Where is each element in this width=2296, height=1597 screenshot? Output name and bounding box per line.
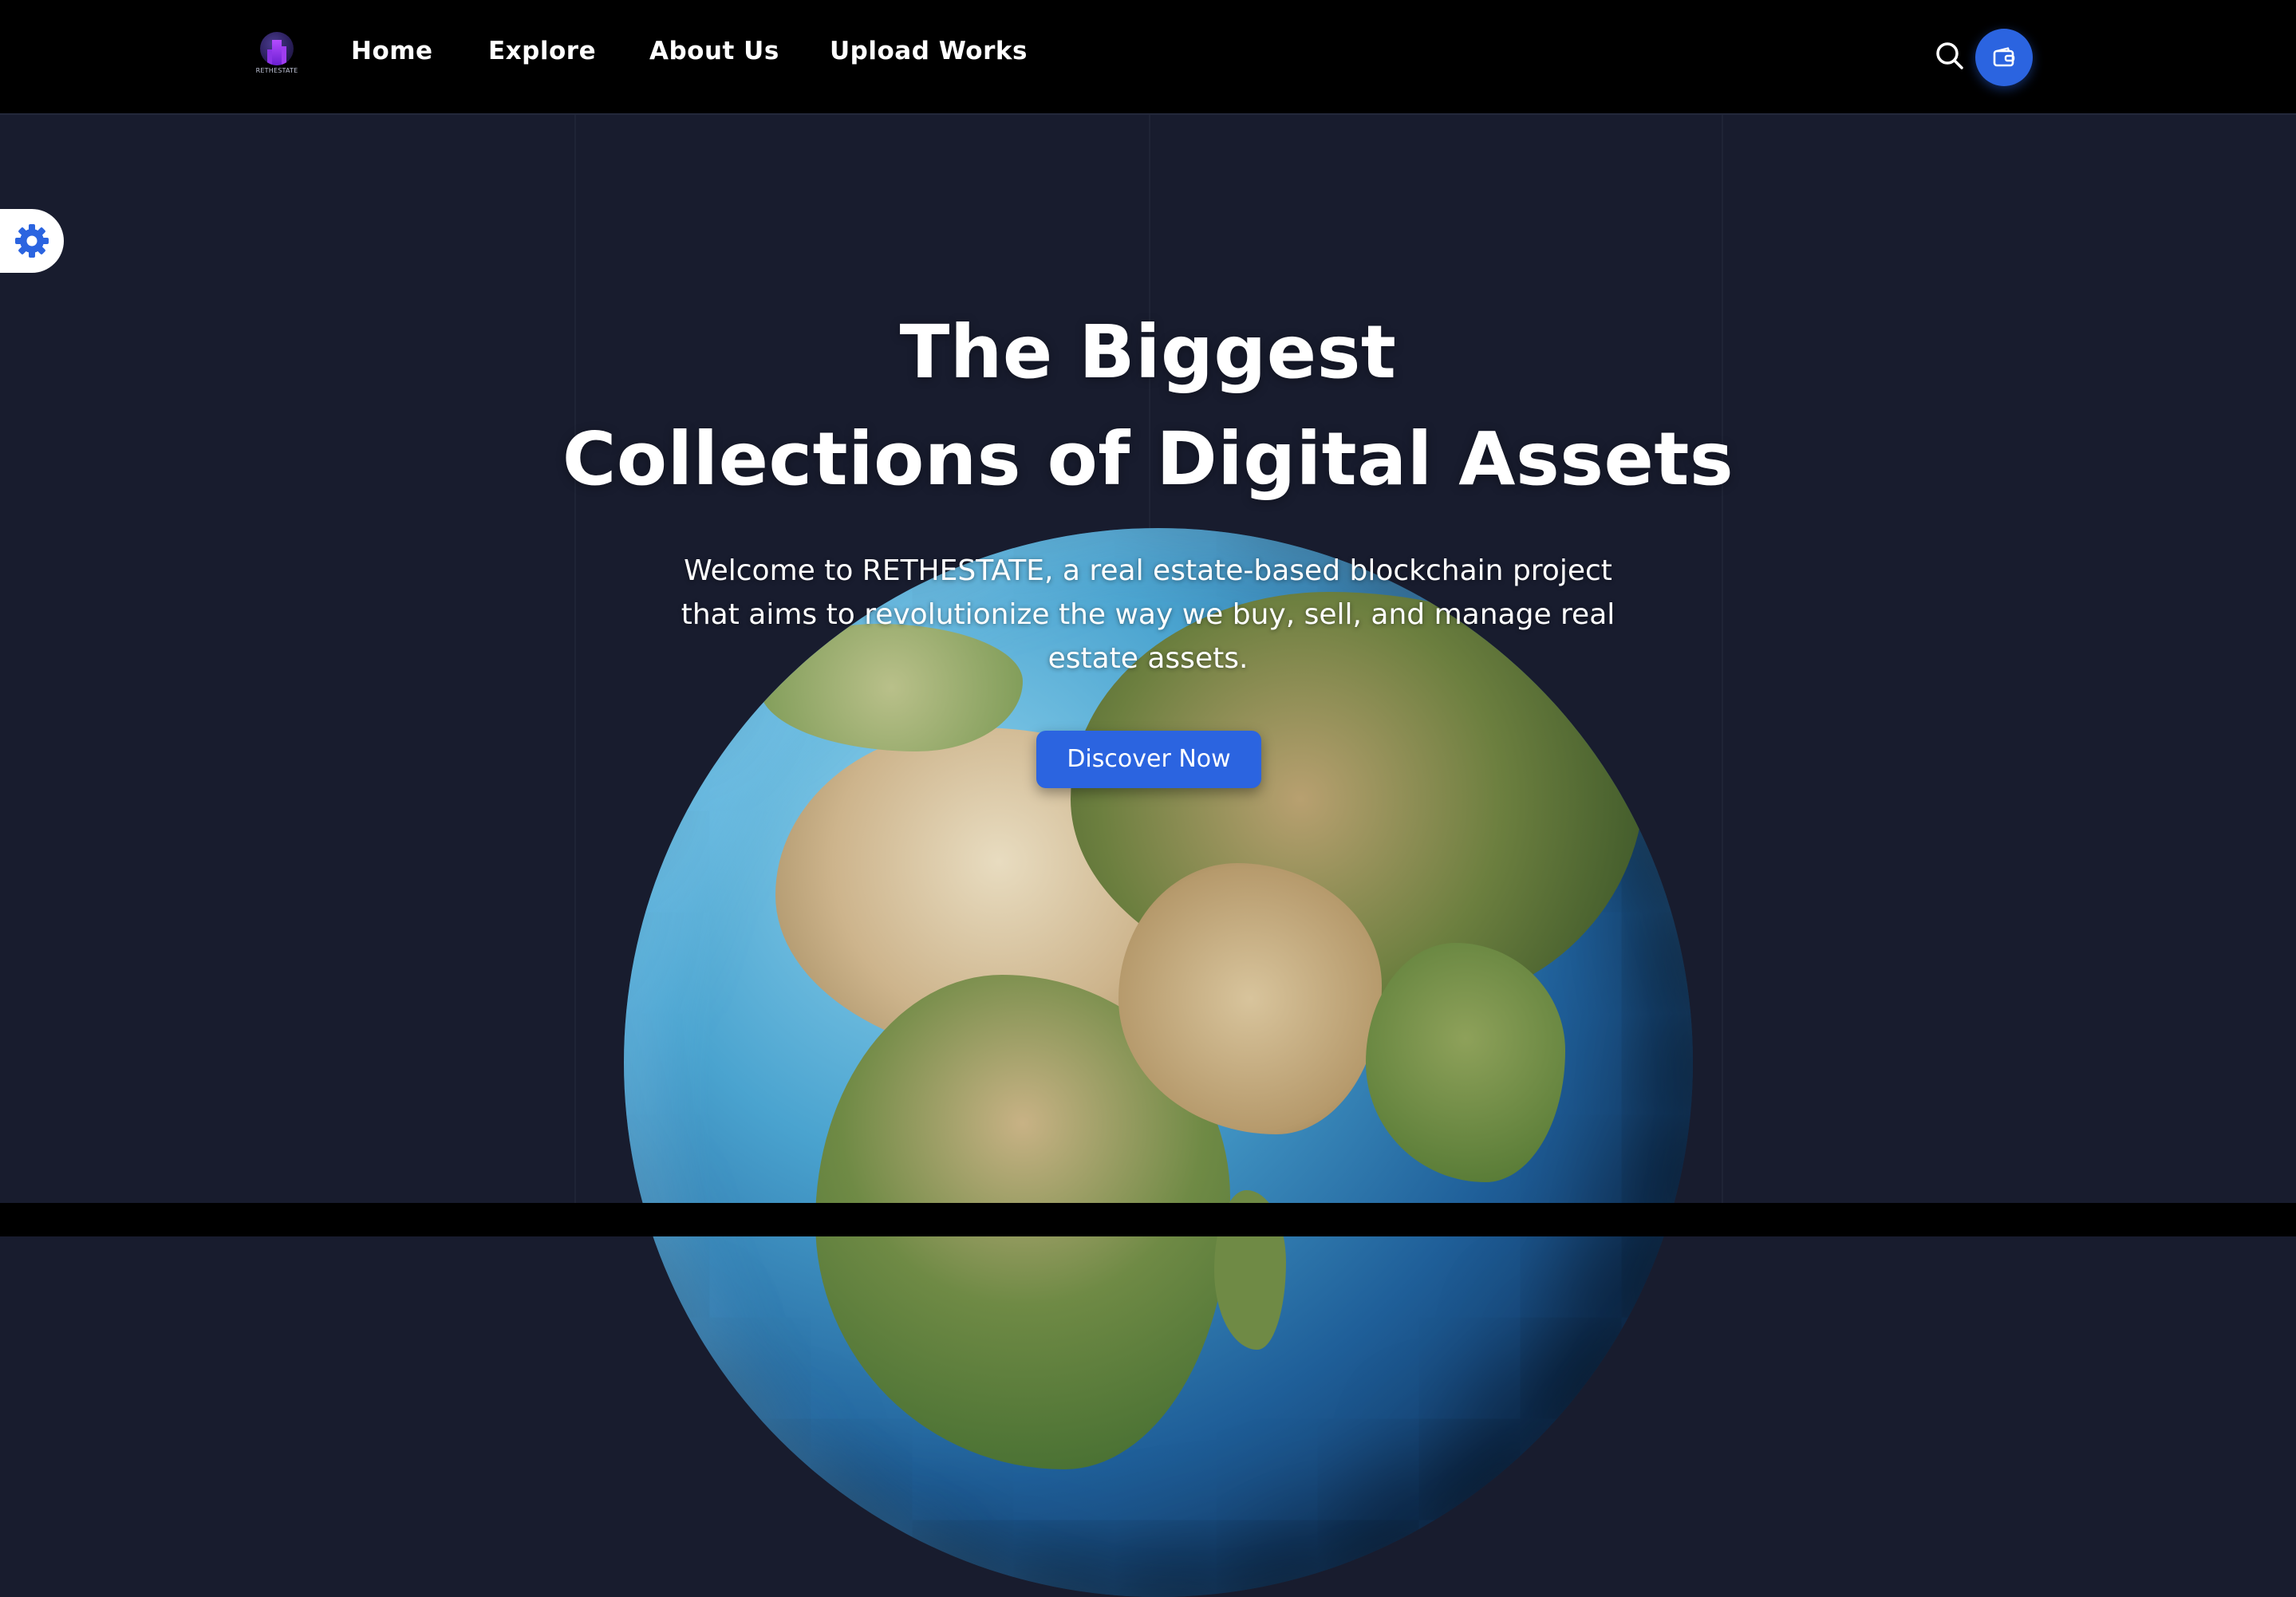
settings-toggle[interactable] bbox=[0, 209, 64, 273]
discover-now-button[interactable]: Discover Now bbox=[1036, 731, 1261, 788]
nav-explore[interactable]: Explore bbox=[488, 37, 596, 65]
brand-logo[interactable]: RETHESTATE bbox=[256, 30, 298, 77]
top-navbar: RETHESTATE Home Explore About Us Upload … bbox=[0, 0, 2296, 115]
hero-description: Welcome to RETHESTATE, a real estate-bas… bbox=[681, 554, 1615, 675]
nav-upload-works[interactable]: Upload Works bbox=[830, 37, 1028, 65]
grid-line bbox=[574, 115, 576, 1203]
gear-icon bbox=[15, 224, 49, 258]
nav-home[interactable]: Home bbox=[351, 37, 433, 65]
hero-globe-image bbox=[624, 528, 1693, 1597]
logo-orb-icon bbox=[260, 32, 294, 65]
wallet-button[interactable] bbox=[1975, 29, 2033, 86]
hero-title-line1: The Biggest bbox=[899, 310, 1397, 395]
nav-about-us[interactable]: About Us bbox=[649, 37, 779, 65]
wallet-icon bbox=[1993, 47, 2015, 67]
hero-title-line2: Collections of Digital Assets bbox=[562, 416, 1734, 502]
search-button[interactable] bbox=[1934, 40, 1966, 72]
logo-text: RETHESTATE bbox=[255, 67, 298, 74]
search-icon bbox=[1936, 42, 1963, 69]
grid-line bbox=[1722, 115, 1723, 1203]
bottom-bar bbox=[0, 1203, 2296, 1236]
